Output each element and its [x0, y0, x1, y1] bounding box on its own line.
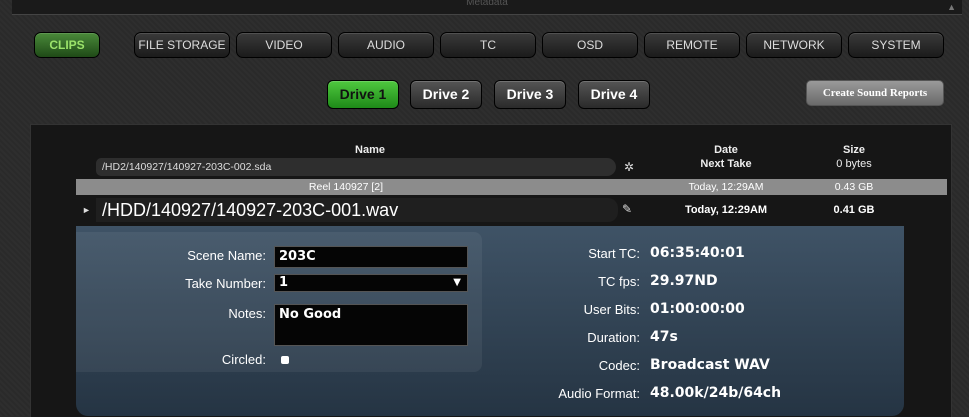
scene-name-input[interactable]: 203C: [274, 246, 468, 268]
main-tabs: CLIPS FILE STORAGE VIDEO AUDIO TC OSD RE…: [34, 32, 946, 60]
metadata-title: Metadata: [466, 0, 508, 8]
notes-input[interactable]: No Good: [274, 304, 468, 346]
duration-label: Duration:: [587, 330, 640, 345]
audio-format-value: 48.00k/24b/64ch: [650, 385, 782, 401]
tab-tc[interactable]: TC: [440, 32, 536, 58]
collapse-arrow-icon[interactable]: ▲: [947, 2, 956, 12]
codec-label: Codec:: [598, 358, 640, 373]
current-path-field[interactable]: /HD2/140927/140927-203C-002.sda: [96, 158, 616, 176]
gear-icon[interactable]: ✲: [624, 160, 634, 174]
tab-osd[interactable]: OSD: [542, 32, 638, 58]
tc-fps-label: TC fps:: [598, 274, 640, 289]
tc-fps-value: 29.97ND: [650, 273, 718, 289]
tab-audio[interactable]: AUDIO: [338, 32, 434, 58]
drive-1-button[interactable]: Drive 1: [327, 80, 399, 109]
start-tc-label: Start TC:: [588, 246, 640, 261]
take-number-value: 1: [279, 275, 289, 290]
reel-row[interactable]: Reel 140927 [2] Today, 12:29AM 0.43 GB: [76, 179, 947, 195]
reel-date: Today, 12:29AM: [688, 181, 764, 193]
user-bits-label: User Bits:: [583, 302, 640, 317]
duration-value: 47s: [650, 329, 678, 345]
reel-label: Reel 140927 [2]: [308, 181, 384, 193]
tab-clips[interactable]: CLIPS: [34, 32, 100, 58]
file-size: 0.41 GB: [833, 204, 875, 216]
create-sound-reports-button[interactable]: Create Sound Reports: [806, 80, 944, 106]
codec-value: Broadcast WAV: [650, 357, 770, 373]
file-date: Today, 12:29AM: [684, 204, 768, 216]
file-row[interactable]: ► /HDD/140927/140927-203C-001.wav ✎ Toda…: [76, 196, 947, 226]
take-number-select[interactable]: 1 ▼: [274, 274, 468, 292]
dropdown-arrow-icon: ▼: [453, 277, 461, 288]
notes-label: Notes:: [228, 306, 266, 321]
user-bits-value: 01:00:00:00: [650, 301, 745, 317]
metadata-header: Metadata ▲: [12, 0, 962, 15]
pencil-icon[interactable]: ✎: [622, 202, 632, 216]
next-take-size: 0 bytes: [836, 158, 872, 170]
tab-video[interactable]: VIDEO: [236, 32, 332, 58]
drive-4-button[interactable]: Drive 4: [578, 80, 650, 109]
metadata-editor: Scene Name: 203C Take Number: 1 ▼ Notes:…: [76, 232, 482, 372]
drive-2-button[interactable]: Drive 2: [410, 80, 482, 109]
circled-checkbox[interactable]: [281, 356, 289, 364]
play-icon[interactable]: ►: [82, 205, 91, 215]
take-number-label: Take Number:: [185, 276, 266, 291]
audio-format-label: Audio Format:: [558, 386, 640, 401]
scene-name-label: Scene Name:: [187, 248, 266, 263]
tab-system[interactable]: SYSTEM: [848, 32, 944, 58]
name-column-header[interactable]: Name: [320, 144, 420, 157]
file-details-panel: Scene Name: 203C Take Number: 1 ▼ Notes:…: [76, 226, 904, 416]
tab-file-storage[interactable]: FILE STORAGE: [134, 32, 230, 58]
date-column-header[interactable]: Date: [676, 144, 776, 157]
circled-label: Circled:: [221, 352, 266, 367]
next-take-label: Next Take: [700, 158, 752, 170]
tab-remote[interactable]: REMOTE: [644, 32, 740, 58]
start-tc-value: 06:35:40:01: [650, 245, 745, 261]
tab-network[interactable]: NETWORK: [746, 32, 842, 58]
drive-3-button[interactable]: Drive 3: [494, 80, 566, 109]
size-column-header[interactable]: Size: [814, 144, 894, 157]
reel-size: 0.43 GB: [834, 181, 874, 193]
file-path: /HDD/140927/140927-203C-001.wav: [96, 198, 618, 222]
